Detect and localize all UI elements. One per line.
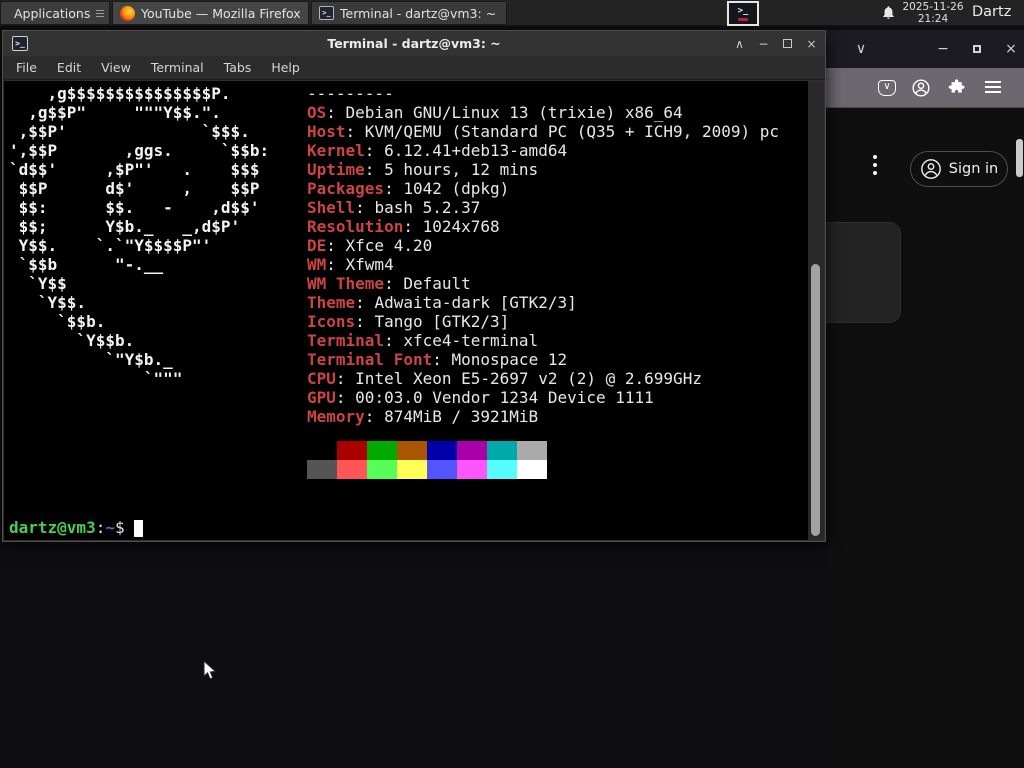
clock-time: 21:24: [917, 13, 949, 25]
palette-swatch: [457, 441, 487, 460]
menu-item-terminal[interactable]: Terminal: [141, 60, 214, 75]
neofetch-info-row: CPU: Intel Xeon E5-2697 v2 (2) @ 2.699GH…: [307, 369, 702, 388]
video-card[interactable]: [826, 222, 901, 323]
menu-lines-icon: [96, 8, 105, 19]
neofetch-info-row: Terminal: xfce4-terminal: [307, 331, 539, 350]
close-button[interactable]: ×: [804, 36, 819, 52]
palette-swatch: [427, 441, 457, 460]
desktop: ∨ − × ∨ Sign in >_ Terminal - dartz@vm3:…: [0, 0, 1024, 768]
tray-terminal-icon[interactable]: >_: [727, 1, 759, 26]
firefox-close-button[interactable]: ×: [1000, 39, 1022, 59]
taskbar-item-firefox[interactable]: YouTube — Mozilla Firefox: [112, 1, 309, 25]
mouse-cursor: [203, 659, 217, 685]
neofetch-info-row: ---------: [307, 84, 394, 103]
signin-label: Sign in: [948, 161, 999, 177]
neofetch-info-row: Uptime: 5 hours, 12 mins: [307, 160, 539, 179]
neofetch-info-row: Icons: Tango [GTK2/3]: [307, 312, 510, 331]
signin-button[interactable]: Sign in: [910, 151, 1008, 187]
neofetch-info: --------- OS: Debian GNU/Linux 13 (trixie…: [307, 84, 779, 426]
menu-item-edit[interactable]: Edit: [47, 60, 91, 75]
neofetch-info-row: Shell: bash 5.2.37: [307, 198, 481, 217]
extensions-icon[interactable]: [947, 78, 967, 98]
palette-swatch: [307, 441, 337, 460]
maximize-button[interactable]: [780, 36, 795, 52]
palette-swatch: [367, 441, 397, 460]
neofetch-info-row: WM Theme: Default: [307, 274, 471, 293]
palette-swatch: [367, 460, 397, 479]
terminal-window: >_ Terminal - dartz@vm3: ~ ∧ − × File Edi…: [2, 30, 826, 542]
neofetch-info-row: Theme: Adwaita-dark [GTK2/3]: [307, 293, 577, 312]
palette-swatch: [457, 460, 487, 479]
kebab-menu-icon[interactable]: [873, 155, 879, 179]
terminal-scrollbar-thumb[interactable]: [811, 264, 820, 536]
terminal-screen[interactable]: ,g$$$$$$$$$$$$$$$P. ,g$$P" """Y$$.". ,$$…: [4, 81, 824, 540]
palette-swatch: [487, 441, 517, 460]
hamburger-menu-icon[interactable]: [983, 78, 1003, 98]
neofetch-info-row: Host: KVM/QEMU (Standard PC (Q35 + ICH9,…: [307, 122, 780, 141]
neofetch-info-row: GPU: 00:03.0 Vendor 1234 Device 1111: [307, 388, 654, 407]
terminal-cursor: [133, 520, 143, 537]
terminal-menubar: File Edit View Terminal Tabs Help: [3, 56, 825, 80]
palette-swatch: [307, 460, 337, 479]
applications-label: Applications: [14, 5, 91, 21]
account-icon[interactable]: [911, 78, 931, 98]
firefox-restore-button[interactable]: [966, 39, 988, 59]
neofetch-info-row: Kernel: 6.12.41+deb13-amd64: [307, 141, 568, 160]
firefox-toolbar: ∨: [826, 68, 1024, 108]
neofetch-ascii-art: ,g$$$$$$$$$$$$$$$P. ,g$$P" """Y$$.". ,$$…: [9, 84, 270, 388]
menu-item-help[interactable]: Help: [261, 60, 310, 75]
terminal-icon: >_: [319, 6, 334, 20]
neofetch-color-palette: [307, 441, 547, 479]
palette-swatch: [337, 441, 367, 460]
neofetch-info-row: Terminal Font: Monospace 12: [307, 350, 568, 369]
shell-prompt: dartz@vm3:~$: [9, 518, 143, 537]
panel-clock[interactable]: 2025-11-26 21:24: [901, 1, 965, 25]
panel-user-label: Dartz: [972, 4, 1012, 20]
clock-date: 2025-11-26: [902, 1, 964, 13]
palette-swatch: [517, 460, 547, 479]
pocket-icon[interactable]: ∨: [878, 78, 898, 98]
neofetch-info-row: DE: Xfce 4.20: [307, 236, 433, 255]
top-panel: Applications YouTube — Mozilla Firefox >…: [0, 0, 1024, 26]
terminal-titlebar[interactable]: >_ Terminal - dartz@vm3: ~ ∧ − ×: [3, 31, 825, 56]
youtube-page: Sign in: [826, 109, 1024, 768]
shade-button[interactable]: ∧: [732, 36, 747, 52]
palette-swatch: [487, 460, 517, 479]
neofetch-info-row: Packages: 1042 (dpkg): [307, 179, 510, 198]
prompt-user-host: dartz@vm3: [9, 518, 96, 537]
neofetch-info-row: WM: Xfwm4: [307, 255, 394, 274]
neofetch-info-row: Memory: 874MiB / 3921MiB: [307, 407, 539, 426]
applications-menu-button[interactable]: Applications: [0, 1, 110, 25]
minimize-button[interactable]: −: [756, 36, 771, 52]
palette-swatch: [427, 460, 457, 479]
palette-swatch: [517, 441, 547, 460]
firefox-scrollbar-thumb[interactable]: [1016, 139, 1023, 177]
menu-item-tabs[interactable]: Tabs: [214, 60, 262, 75]
palette-swatch: [337, 460, 367, 479]
palette-swatch: [397, 441, 427, 460]
notification-bell-icon[interactable]: [881, 5, 896, 24]
neofetch-info-row: OS: Debian GNU/Linux 13 (trixie) x86_64: [307, 103, 683, 122]
firefox-minimize-button[interactable]: −: [932, 39, 954, 59]
firefox-icon: [120, 5, 135, 21]
neofetch-info-row: Resolution: 1024x768: [307, 217, 500, 236]
taskbar-item-terminal[interactable]: >_ Terminal - dartz@vm3: ~: [311, 1, 507, 25]
terminal-icon: >_: [12, 36, 28, 51]
firefox-titlebar[interactable]: ∨ − ×: [826, 30, 1024, 68]
signin-avatar-icon: [920, 159, 941, 179]
menu-item-view[interactable]: View: [91, 60, 141, 75]
palette-swatch: [397, 460, 427, 479]
chevron-down-icon[interactable]: ∨: [850, 39, 872, 59]
prompt-path: ~: [105, 518, 115, 537]
firefox-window: ∨ − × ∨ Sign in: [826, 30, 1024, 768]
terminal-scrollbar[interactable]: [808, 81, 824, 540]
menu-item-file[interactable]: File: [6, 60, 47, 75]
terminal-title: Terminal - dartz@vm3: ~: [327, 36, 501, 51]
